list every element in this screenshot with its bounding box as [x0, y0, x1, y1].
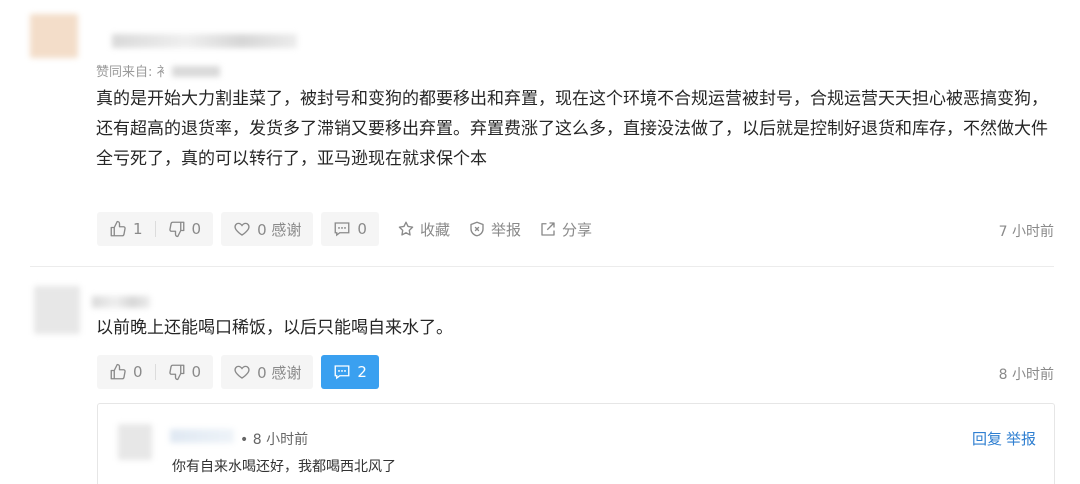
shield-icon — [470, 221, 484, 237]
dislike-count: 0 — [191, 220, 202, 238]
reply-time: • 8 小时前 — [240, 432, 309, 448]
avatar[interactable] — [30, 14, 78, 58]
share-icon — [541, 222, 555, 236]
avatar[interactable] — [118, 424, 152, 460]
thanks-button[interactable]: 0 感谢 — [221, 212, 314, 246]
like-count: 1 — [133, 220, 143, 238]
dislike-button[interactable]: 0 — [156, 355, 214, 389]
like-button[interactable]: 0 — [97, 355, 155, 389]
report-label: 举报 — [490, 220, 521, 239]
reply-actions: 回复 举报 — [972, 428, 1036, 449]
divider — [30, 266, 1054, 267]
comment-text: 真的是开始大力割韭菜了，被封号和变狗的都要移出和弃置，现在这个环境不合规运营被封… — [96, 89, 1048, 169]
reply-text: 你有自来水喝还好，我都喝西北风了 — [172, 459, 396, 475]
thumbs-down-icon — [168, 221, 184, 238]
share-label: 分享 — [561, 220, 592, 239]
vote-group: 1 0 — [97, 212, 214, 246]
vote-group: 0 0 — [97, 355, 214, 389]
thanks-label: 0 感谢 — [257, 220, 302, 239]
like-button[interactable]: 1 — [97, 212, 155, 246]
comment-time: 8 小时前 — [998, 367, 1054, 383]
comment-icon — [334, 365, 350, 380]
comment-time: 7 小时前 — [998, 224, 1054, 240]
heart-icon — [234, 222, 250, 236]
star-icon — [398, 221, 414, 236]
comment-actions: 1 0 0 感谢 0 收藏 举报 分享 — [97, 212, 592, 246]
heart-icon — [234, 365, 250, 379]
comments-count: 0 — [357, 220, 367, 238]
share-button[interactable]: 分享 — [539, 219, 592, 240]
username[interactable] — [92, 296, 150, 308]
report-link[interactable]: 举报 — [1006, 428, 1036, 449]
comments-count: 2 — [357, 363, 367, 381]
thumbs-down-icon — [168, 364, 184, 381]
favorite-label: 收藏 — [419, 220, 450, 239]
thanks-button[interactable]: 0 感谢 — [221, 355, 314, 389]
thumbs-up-icon — [110, 363, 126, 380]
reply-list: • 8 小时前 你有自来水喝还好，我都喝西北风了 回复 举报 — [97, 403, 1055, 484]
like-count: 0 — [133, 363, 143, 381]
username[interactable] — [170, 429, 234, 443]
dislike-count: 0 — [191, 363, 202, 381]
comment-icon — [334, 222, 350, 237]
username[interactable] — [112, 34, 297, 48]
dislike-button[interactable]: 0 — [156, 212, 214, 246]
report-button[interactable]: 举报 — [468, 219, 521, 240]
comments-button[interactable]: 0 — [321, 212, 379, 246]
favorite-button[interactable]: 收藏 — [397, 219, 450, 240]
comment-text: 以前晚上还能喝口稀饭，以后只能喝自来水了。 — [96, 318, 453, 338]
comment-actions: 0 0 0 感谢 2 — [97, 355, 379, 389]
comments-button[interactable]: 2 — [321, 355, 379, 389]
reply-link[interactable]: 回复 — [972, 428, 1002, 449]
thanks-label: 0 感谢 — [257, 363, 302, 382]
avatar[interactable] — [34, 286, 80, 334]
agree-from-label: 赞同来自: 衤 — [96, 61, 220, 80]
thumbs-up-icon — [110, 220, 126, 237]
